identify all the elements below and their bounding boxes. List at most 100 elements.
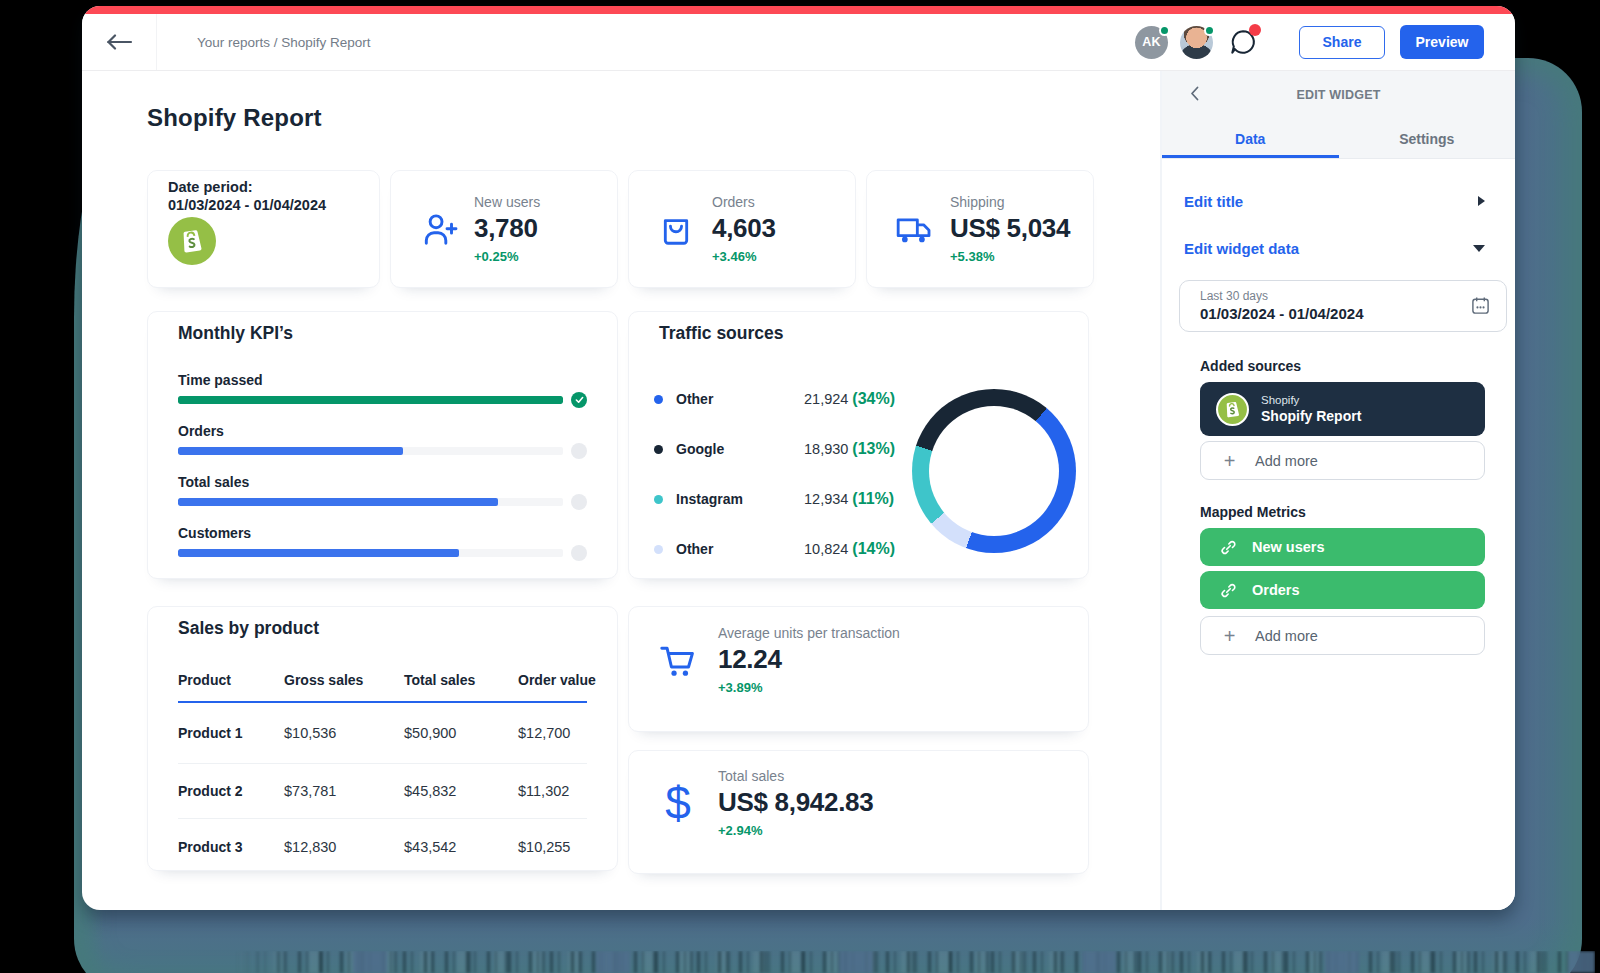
stat-card-new-users: New users 3,780 +0.25% bbox=[390, 170, 618, 288]
kpi-card-title: Monthly KPI’s bbox=[178, 323, 587, 344]
donut-chart bbox=[912, 389, 1076, 553]
link-icon bbox=[1220, 582, 1237, 599]
added-sources-label: Added sources bbox=[1200, 358, 1485, 374]
col-total-sales: Total sales bbox=[404, 672, 518, 688]
stat-delta: +2.94% bbox=[718, 823, 873, 838]
metric-new-users[interactable]: New users bbox=[1200, 528, 1485, 566]
legend-value: 12,934 bbox=[804, 491, 848, 507]
chevron-left-icon bbox=[1190, 86, 1199, 101]
metric-orders[interactable]: Orders bbox=[1200, 571, 1485, 609]
backdrop-blurred-text bbox=[235, 951, 1595, 973]
progress-fill bbox=[178, 549, 459, 557]
sales-by-product-card: Sales by product Product Gross sales Tot… bbox=[147, 606, 618, 871]
share-button[interactable]: Share bbox=[1299, 26, 1385, 59]
shopping-bag-icon bbox=[656, 210, 696, 248]
online-dot bbox=[1159, 25, 1170, 36]
back-arrow-icon bbox=[105, 34, 133, 50]
add-more-label: Add more bbox=[1255, 453, 1318, 469]
tab-data[interactable]: Data bbox=[1162, 119, 1339, 158]
page-title: Shopify Report bbox=[147, 104, 1160, 132]
table-row: Product 1 $10,536 $50,900 $12,700 bbox=[178, 703, 587, 764]
chevron-right-icon bbox=[1478, 196, 1485, 206]
add-more-label: Add more bbox=[1255, 628, 1318, 644]
stat-card-orders: Orders 4,603 +3.46% bbox=[628, 170, 856, 288]
edit-widget-data-link[interactable]: Edit widget data bbox=[1184, 240, 1299, 257]
traffic-sources-card: Traffic sources Other 21,924 (34%) Googl… bbox=[628, 311, 1089, 579]
edit-title-link[interactable]: Edit title bbox=[1184, 193, 1243, 210]
top-bar: Your reports / Shopify Report AK Share P… bbox=[82, 14, 1515, 71]
edit-widget-panel: EDIT WIDGET Data Settings Edit title Edi… bbox=[1160, 71, 1515, 910]
progress-fill bbox=[178, 396, 563, 404]
legend-percent: (13%) bbox=[852, 440, 895, 458]
stat-label: Average units per transaction bbox=[718, 625, 900, 641]
chat-button[interactable] bbox=[1226, 24, 1259, 60]
pending-circle-icon bbox=[571, 545, 587, 561]
preview-button[interactable]: Preview bbox=[1400, 25, 1484, 59]
pending-circle-icon bbox=[571, 443, 587, 459]
metric-label: New users bbox=[1252, 539, 1325, 555]
stat-delta: +5.38% bbox=[950, 249, 1070, 264]
back-button[interactable] bbox=[82, 14, 157, 70]
col-product: Product bbox=[178, 672, 284, 688]
breadcrumb[interactable]: Your reports / Shopify Report bbox=[197, 35, 371, 50]
stat-value: US$ 5,034 bbox=[950, 213, 1070, 244]
mapped-metrics-label: Mapped Metrics bbox=[1200, 504, 1485, 520]
edit-title-row[interactable]: Edit title bbox=[1184, 193, 1485, 209]
progress-track bbox=[178, 549, 563, 557]
add-metric-button[interactable]: + Add more bbox=[1200, 616, 1485, 655]
pending-circle-icon bbox=[571, 494, 587, 510]
calendar-icon bbox=[1471, 296, 1490, 319]
table-row: Product 2 $73,781 $45,832 $11,302 bbox=[178, 764, 587, 819]
date-range-value: 01/03/2024 - 01/04/2024 bbox=[1200, 305, 1492, 322]
avg-units-card: Average units per transaction 12.24 +3.8… bbox=[628, 606, 1089, 732]
truck-icon bbox=[894, 208, 934, 250]
source-card-shopify[interactable]: Shopify Shopify Report bbox=[1200, 382, 1485, 436]
cart-icon bbox=[656, 639, 700, 681]
table-row: Product 3 $12,830 $43,542 $10,255 bbox=[178, 819, 587, 874]
date-range-picker[interactable]: Last 30 days 01/03/2024 - 01/04/2024 bbox=[1179, 280, 1507, 332]
date-period-label: Date period: bbox=[168, 179, 379, 197]
link-icon bbox=[1220, 539, 1237, 556]
progress-track bbox=[178, 498, 563, 506]
legend-label: Other bbox=[676, 391, 804, 407]
col-gross-sales: Gross sales bbox=[284, 672, 404, 688]
stat-delta: +0.25% bbox=[474, 249, 540, 264]
stat-label: Shipping bbox=[950, 194, 1070, 210]
total-sales-card: $ Total sales US$ 8,942.83 +2.94% bbox=[628, 750, 1089, 874]
stat-value: 4,603 bbox=[712, 213, 776, 244]
legend-dot bbox=[654, 495, 663, 504]
shopify-logo-icon bbox=[168, 217, 379, 269]
legend-percent: (34%) bbox=[852, 390, 895, 408]
legend-percent: (14%) bbox=[852, 540, 895, 558]
table-header: Product Gross sales Total sales Order va… bbox=[178, 672, 587, 703]
stat-value: 12.24 bbox=[718, 644, 900, 675]
add-source-button[interactable]: + Add more bbox=[1200, 441, 1485, 480]
stat-card-shipping: Shipping US$ 5,034 +5.38% bbox=[866, 170, 1094, 288]
tab-settings[interactable]: Settings bbox=[1339, 119, 1516, 158]
metric-label: Orders bbox=[1252, 582, 1300, 598]
source-name: Shopify Report bbox=[1261, 408, 1361, 424]
progress-track bbox=[178, 447, 563, 455]
stat-value: US$ 8,942.83 bbox=[718, 787, 873, 818]
avatar-ak[interactable]: AK bbox=[1135, 26, 1168, 59]
avatar-photo[interactable] bbox=[1180, 26, 1213, 59]
legend-value: 21,924 bbox=[804, 391, 848, 407]
kpi-label: Orders bbox=[178, 424, 587, 438]
legend-label: Google bbox=[676, 441, 804, 457]
panel-collapse-button[interactable] bbox=[1190, 86, 1199, 105]
edit-widget-data-row[interactable]: Edit widget data bbox=[1184, 240, 1485, 256]
progress-fill bbox=[178, 498, 498, 506]
monthly-kpi-card: Monthly KPI’s Time passed Orders bbox=[147, 311, 618, 579]
avatar-initials: AK bbox=[1142, 35, 1161, 49]
user-plus-icon bbox=[418, 210, 458, 249]
notification-dot bbox=[1249, 24, 1261, 36]
progress-track bbox=[178, 396, 563, 404]
stat-label: New users bbox=[474, 194, 540, 210]
online-dot bbox=[1204, 25, 1215, 36]
legend-dot bbox=[654, 545, 663, 554]
legend-dot bbox=[654, 395, 663, 404]
date-range-label: Last 30 days bbox=[1200, 289, 1492, 303]
report-canvas: Shopify Report Date period: 01/03/2024 -… bbox=[82, 71, 1160, 910]
dollar-icon: $ bbox=[656, 782, 700, 824]
panel-title: EDIT WIDGET bbox=[1296, 88, 1380, 102]
